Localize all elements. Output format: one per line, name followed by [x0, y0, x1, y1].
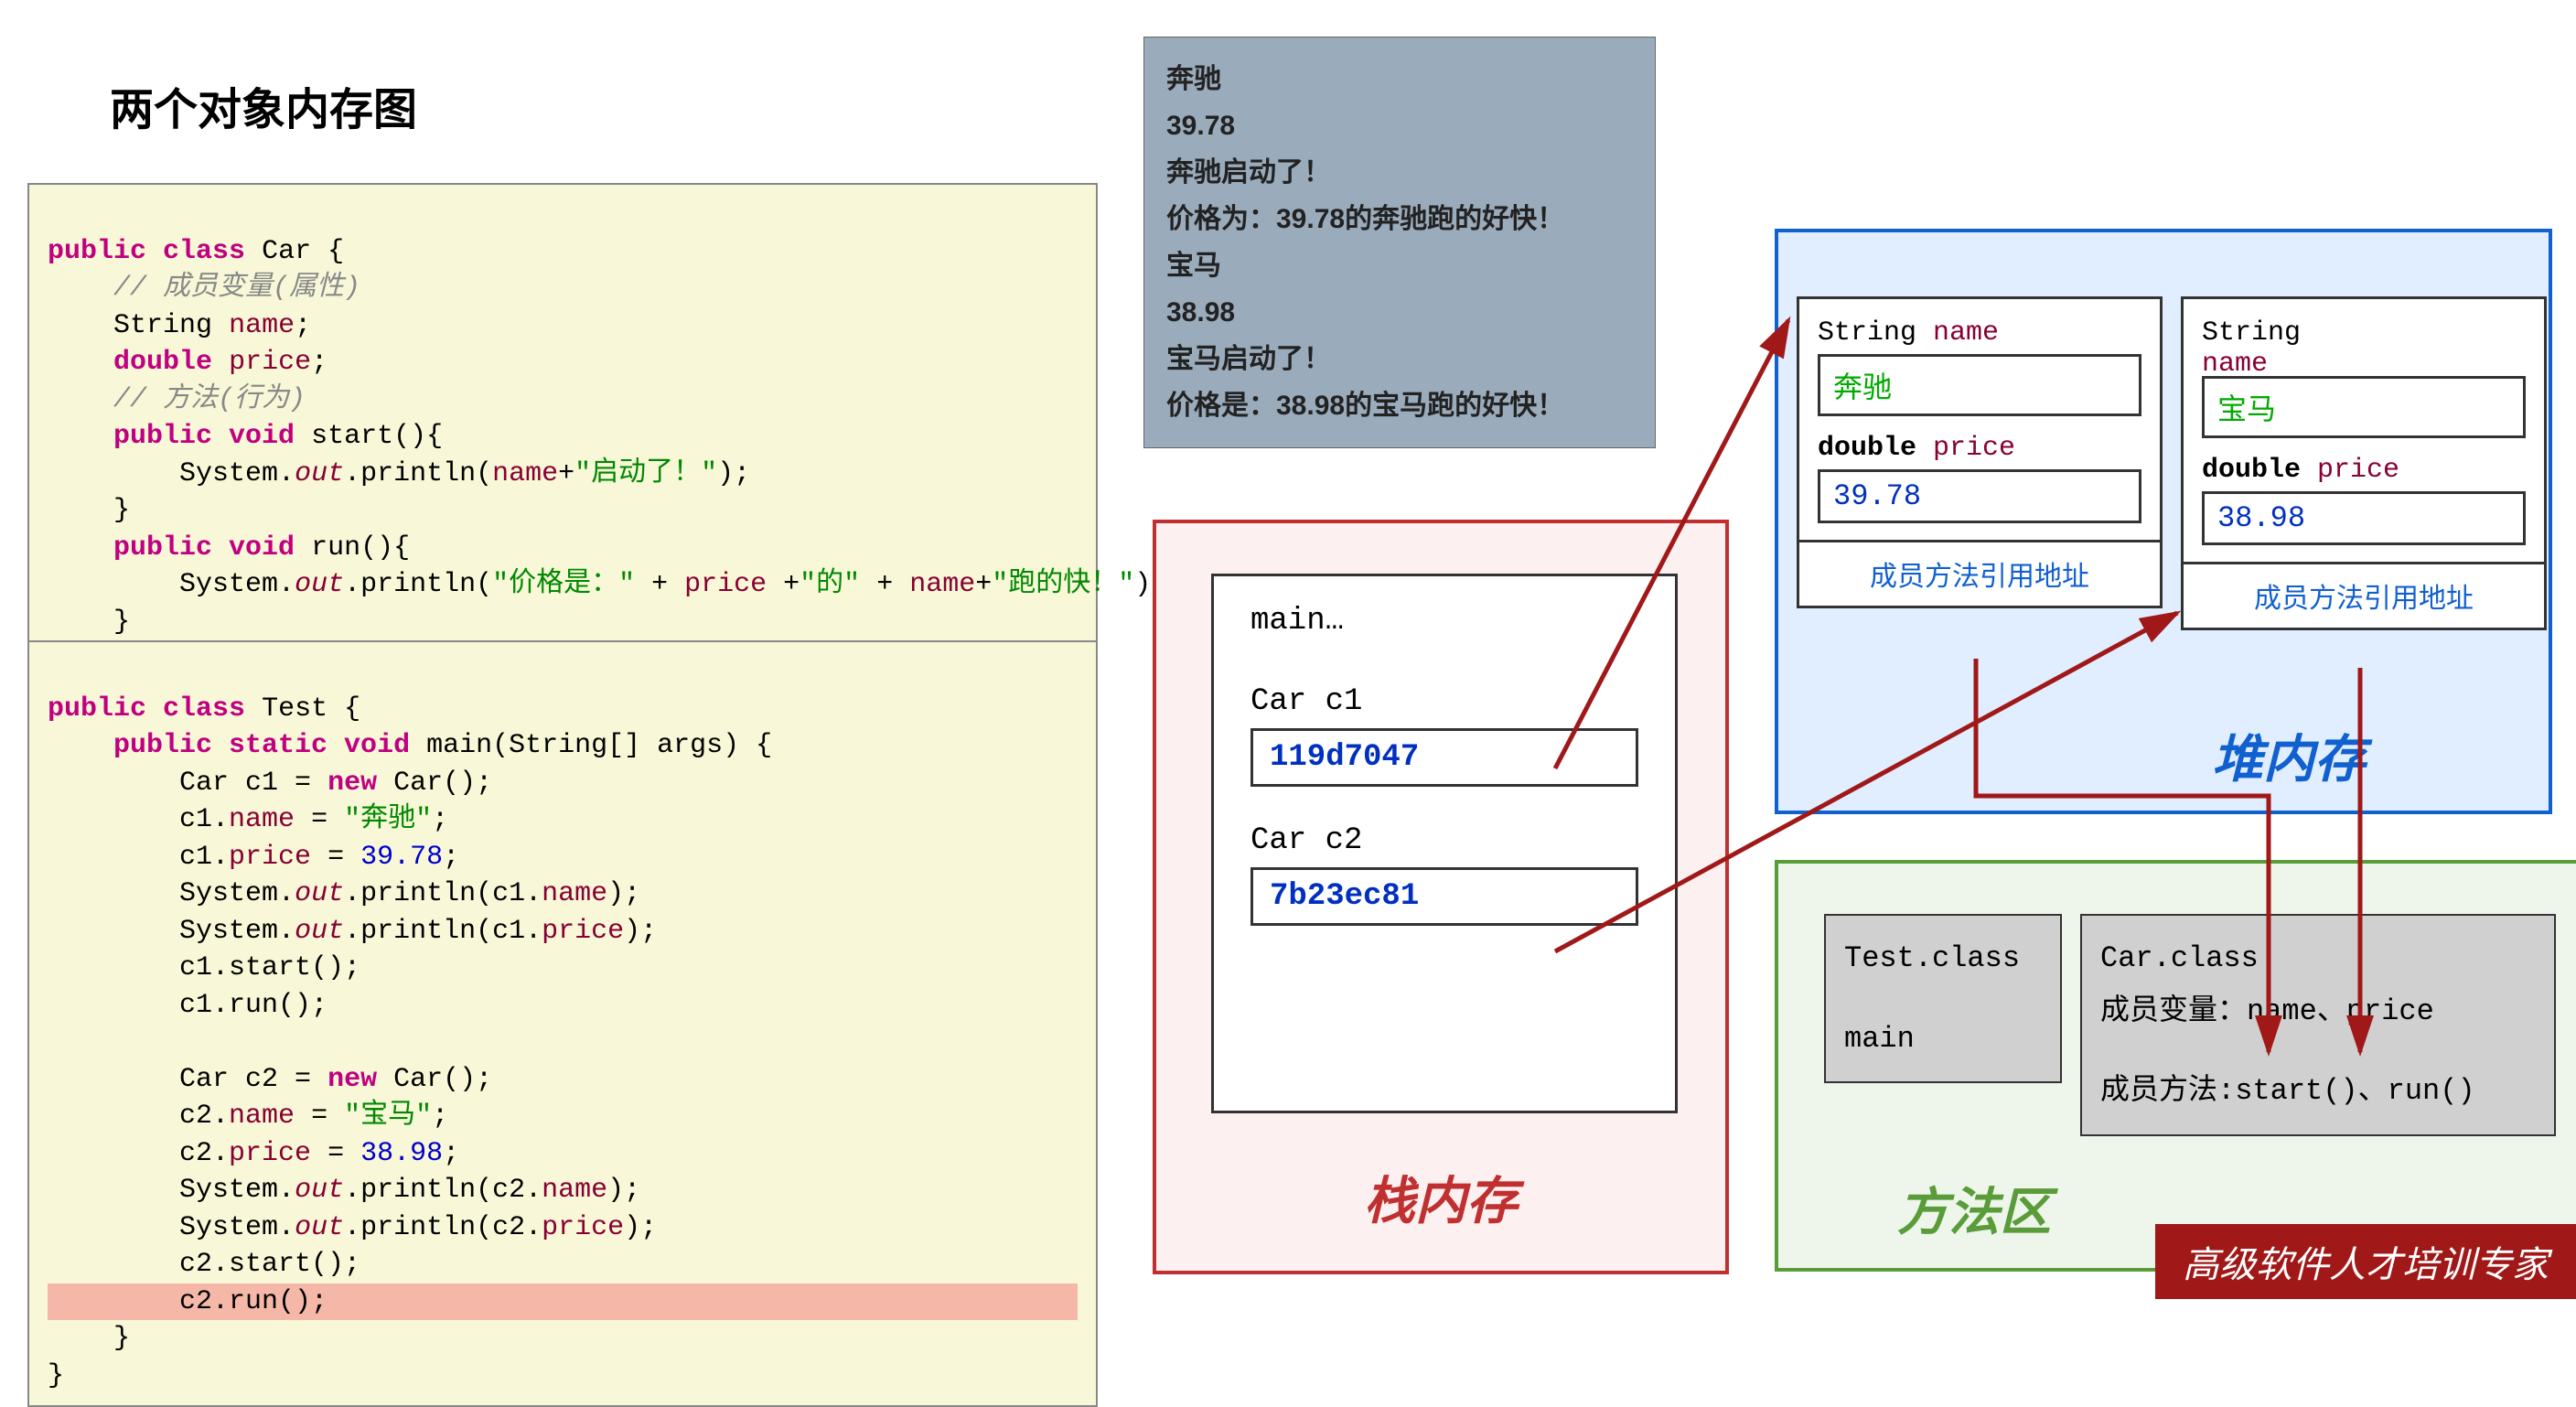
car-class-box: Car.class 成员变量：name、price 成员方法:start()、r… — [2080, 914, 2556, 1136]
page-title: 两个对象内存图 — [110, 73, 417, 137]
heap-object-c1: String name 奔驰 double price 39.78 成员方法引用… — [1797, 296, 2163, 608]
stack-label: 栈内存 — [1156, 1160, 1725, 1234]
obj2-name-value: 宝马 — [2202, 376, 2526, 438]
obj2-price-value: 38.98 — [2202, 491, 2526, 545]
console-line: 价格为：39.78的奔驰跑的好快！ — [1166, 196, 1633, 242]
obj1-price-value: 39.78 — [1818, 469, 2141, 523]
code-test-class: public class Test { public static void m… — [27, 640, 1098, 1407]
console-output: 奔驰 39.78 奔驰启动了！ 价格为：39.78的奔驰跑的好快！ 宝马 38.… — [1143, 37, 1656, 448]
console-line: 38.98 — [1166, 289, 1633, 336]
obj1-name-value: 奔驰 — [1818, 354, 2141, 416]
console-line: 奔驰 — [1166, 56, 1633, 102]
console-line: 39.78 — [1166, 102, 1633, 149]
console-line: 奔驰启动了！ — [1166, 149, 1633, 196]
stack-frame-main: main… Car c1 119d7047 Car c2 7b23ec81 — [1211, 574, 1678, 1113]
heap-object-c2: String name 宝马 double price 38.98 成员方法引用… — [2181, 296, 2547, 630]
code-car-class: public class Car { // 成员变量(属性) String na… — [27, 183, 1098, 691]
console-line: 宝马启动了！ — [1166, 336, 1633, 382]
heap-label: 堆内存 — [2212, 718, 2366, 792]
console-line: 宝马 — [1166, 242, 1633, 289]
heap-memory: String name 奔驰 double price 39.78 成员方法引用… — [1775, 229, 2552, 814]
obj2-method-ref: 成员方法引用地址 — [2184, 562, 2544, 628]
method-area: Test.class main Car.class 成员变量：name、pric… — [1775, 860, 2576, 1272]
var-c1-decl: Car c1 — [1250, 684, 1638, 719]
stack-memory: main… Car c1 119d7047 Car c2 7b23ec81 栈内… — [1153, 520, 1729, 1274]
var-c2-decl: Car c2 — [1250, 823, 1638, 858]
frame-label: main… — [1250, 604, 1638, 639]
var-c2-addr: 7b23ec81 — [1250, 867, 1638, 926]
method-area-label: 方法区 — [1897, 1171, 2051, 1245]
test-class-box: Test.class main — [1824, 914, 2062, 1083]
footer-brand: 高级软件人才培训专家 — [2155, 1224, 2576, 1299]
var-c1-addr: 119d7047 — [1250, 728, 1638, 787]
console-line: 价格是：38.98的宝马跑的好快！ — [1166, 382, 1633, 429]
obj1-method-ref: 成员方法引用地址 — [1799, 540, 2160, 606]
